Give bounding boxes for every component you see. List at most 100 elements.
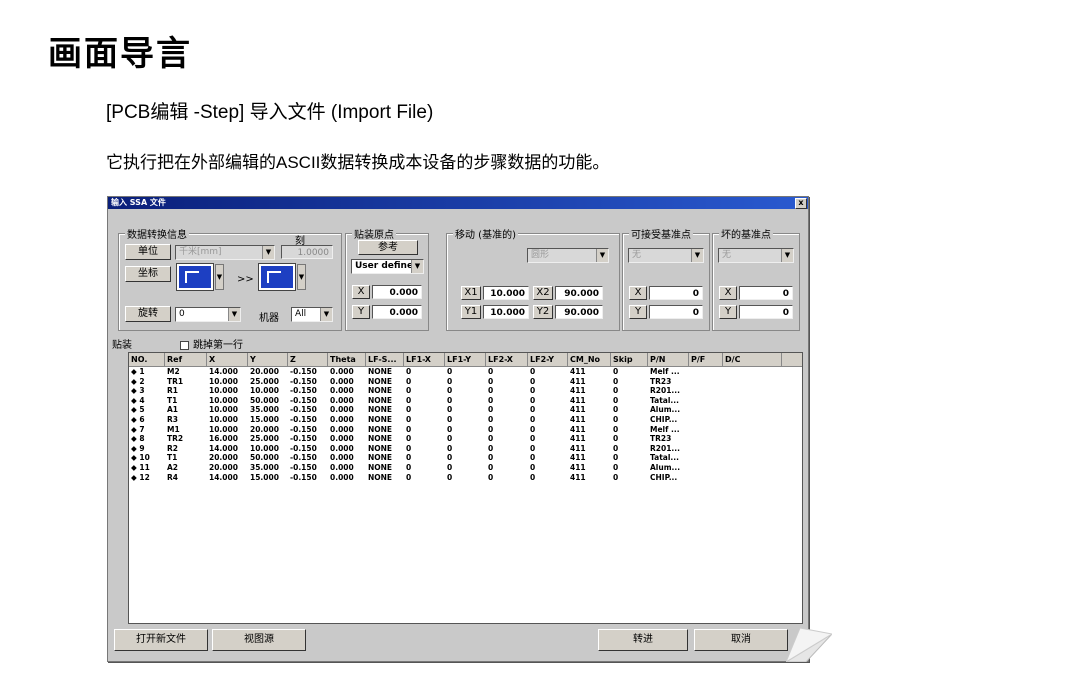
x2-field[interactable]: 90.000: [555, 286, 603, 300]
table-cell: Tatal...: [650, 453, 679, 463]
table-cell: ◆ 4: [131, 395, 145, 405]
column-header[interactable]: LF1-X: [404, 353, 445, 366]
table-cell: 0: [530, 405, 536, 415]
column-header[interactable]: NO.: [129, 353, 165, 366]
mount-table: NO. Ref X Y Z Theta LF-S... LF1-X LF1-Y LF2-X LF2-…: [128, 352, 803, 624]
reference-button[interactable]: 参考: [358, 240, 418, 255]
column-header[interactable]: Skip: [611, 353, 648, 366]
table-cell: 50.000: [250, 453, 279, 463]
cancel-button[interactable]: 取消: [694, 629, 788, 651]
table-row[interactable]: ◆ 10 T1 20.000 50.000 -0.150 0.000 NONE 0 0 0 0 411…: [129, 453, 802, 463]
bad-group: 坏的基准点 无 ▼ X 0 Y 0: [712, 226, 800, 331]
table-row[interactable]: ◆ 3 R1 10.000 10.000 -0.150 0.000 NONE 0 0 0 0 411 0…: [129, 386, 802, 396]
column-header[interactable]: Theta: [328, 353, 366, 366]
coord-target-spin[interactable]: ▼: [297, 264, 306, 290]
bad-x-field[interactable]: 0: [739, 286, 793, 300]
convert-button[interactable]: 转进: [598, 629, 688, 651]
chevron-down-icon: ▼: [228, 308, 240, 321]
table-cell: 0: [530, 386, 536, 396]
table-cell: 0: [613, 443, 619, 453]
column-header[interactable]: P/N: [648, 353, 689, 366]
y2-field[interactable]: 90.000: [555, 305, 603, 319]
table-cell: 25.000: [250, 434, 279, 444]
column-header[interactable]: CM_No: [568, 353, 611, 366]
table-cell: NONE: [368, 434, 393, 444]
column-header[interactable]: LF2-X: [486, 353, 528, 366]
table-cell: 0: [488, 405, 494, 415]
table-cell: 0: [613, 434, 619, 444]
table-cell: 0.000: [330, 376, 354, 386]
x1-field[interactable]: 10.000: [483, 286, 529, 300]
machine-select[interactable]: All ▼: [291, 307, 333, 322]
y1-field[interactable]: 10.000: [483, 305, 529, 319]
column-header[interactable]: Y: [248, 353, 288, 366]
table-row[interactable]: ◆ 12 R4 14.000 15.000 -0.150 0.000 NONE 0 0 0 0 411…: [129, 473, 802, 483]
coord-target-icon[interactable]: [259, 264, 295, 290]
open-new-file-button[interactable]: 打开新文件: [114, 629, 208, 651]
table-body: ◆ 1 M2 14.000 20.000 -0.150 0.000 NONE 0 0 0 0 411 0…: [129, 367, 802, 482]
table-cell: 0: [406, 472, 412, 482]
column-header[interactable]: Z: [288, 353, 328, 366]
page-title: 画面导言: [48, 34, 192, 74]
table-cell: 0: [488, 424, 494, 434]
table-cell: CHIP...: [650, 472, 678, 482]
table-cell: NONE: [368, 472, 393, 482]
chevron-down-icon: ▼: [596, 249, 608, 262]
table-cell: A2: [167, 462, 179, 472]
table-row[interactable]: ◆ 9 R2 14.000 10.000 -0.150 0.000 NONE 0 0 0 0 411 0…: [129, 444, 802, 454]
coord-source-spin[interactable]: ▼: [215, 264, 224, 290]
table-row[interactable]: ◆ 5 A1 10.000 35.000 -0.150 0.000 NONE 0 0 0 0 411 0…: [129, 405, 802, 415]
bad-select-value: 无: [722, 250, 732, 260]
close-button[interactable]: x: [795, 198, 807, 209]
table-row[interactable]: ◆ 8 TR2 16.000 25.000 -0.150 0.000 NONE 0 0 0 0 411…: [129, 434, 802, 444]
column-header[interactable]: LF-S...: [366, 353, 404, 366]
table-cell: 0: [488, 386, 494, 396]
table-cell: Alum...: [650, 462, 681, 472]
table-row[interactable]: ◆ 2 TR1 10.000 25.000 -0.150 0.000 NONE 0 0 0 0 411…: [129, 377, 802, 387]
table-cell: 0: [488, 395, 494, 405]
table-cell: [723, 386, 782, 396]
column-header[interactable]: D/C: [723, 353, 782, 366]
origin-mode-select[interactable]: User defined ▼: [351, 259, 424, 274]
column-header[interactable]: Ref: [165, 353, 207, 366]
table-cell: 0: [406, 414, 412, 424]
accept-y-field[interactable]: 0: [649, 305, 703, 319]
table-cell: -0.150: [290, 405, 317, 415]
skip-first-row-label: 跳掉第一行: [193, 340, 243, 351]
table-cell: 0.000: [330, 386, 354, 396]
table-cell: -0.150: [290, 367, 317, 376]
view-source-button[interactable]: 视图源: [212, 629, 306, 651]
rotate-select[interactable]: 0 ▼: [175, 307, 241, 322]
unit-select[interactable]: 千米[mm] ▼: [175, 245, 275, 260]
table-cell: Tatal...: [650, 395, 679, 405]
origin-x-field[interactable]: 0.000: [372, 285, 422, 299]
table-cell: Melf ...: [650, 367, 680, 376]
origin-x-label: X: [352, 285, 370, 299]
accept-x-field[interactable]: 0: [649, 286, 703, 300]
table-cell: -0.150: [290, 434, 317, 444]
table-cell: [689, 367, 723, 377]
chevron-down-icon: ▼: [691, 249, 703, 262]
table-row[interactable]: ◆ 6 R3 10.000 15.000 -0.150 0.000 NONE 0 0 0 0 411 0…: [129, 415, 802, 425]
table-cell: 0: [406, 386, 412, 396]
table-cell: 0.000: [330, 395, 354, 405]
column-header[interactable]: P/F: [689, 353, 723, 366]
table-cell: 411: [570, 443, 586, 453]
table-cell: 0: [530, 424, 536, 434]
bad-y-field[interactable]: 0: [739, 305, 793, 319]
table-row[interactable]: ◆ 11 A2 20.000 35.000 -0.150 0.000 NONE 0 0 0 0 411…: [129, 463, 802, 473]
table-cell: 0: [530, 443, 536, 453]
table-cell: NONE: [368, 376, 393, 386]
table-cell: R201...: [650, 386, 680, 396]
origin-y-field[interactable]: 0.000: [372, 305, 422, 319]
skip-first-row-checkbox[interactable]: 跳掉第一行: [180, 336, 243, 351]
table-row[interactable]: ◆ 7 M1 10.000 20.000 -0.150 0.000 NONE 0 0 0 0 411 0…: [129, 425, 802, 435]
column-header[interactable]: LF2-Y: [528, 353, 568, 366]
column-header[interactable]: X: [207, 353, 248, 366]
table-cell: 10.000: [209, 414, 238, 424]
table-row[interactable]: ◆ 1 M2 14.000 20.000 -0.150 0.000 NONE 0 0 0 0 411 0…: [129, 367, 802, 377]
table-row[interactable]: ◆ 4 T1 10.000 50.000 -0.150 0.000 NONE 0 0 0 0 411 0…: [129, 396, 802, 406]
accept-x-label: X: [629, 286, 647, 300]
coord-source-icon[interactable]: [177, 264, 213, 290]
column-header[interactable]: LF1-Y: [445, 353, 486, 366]
